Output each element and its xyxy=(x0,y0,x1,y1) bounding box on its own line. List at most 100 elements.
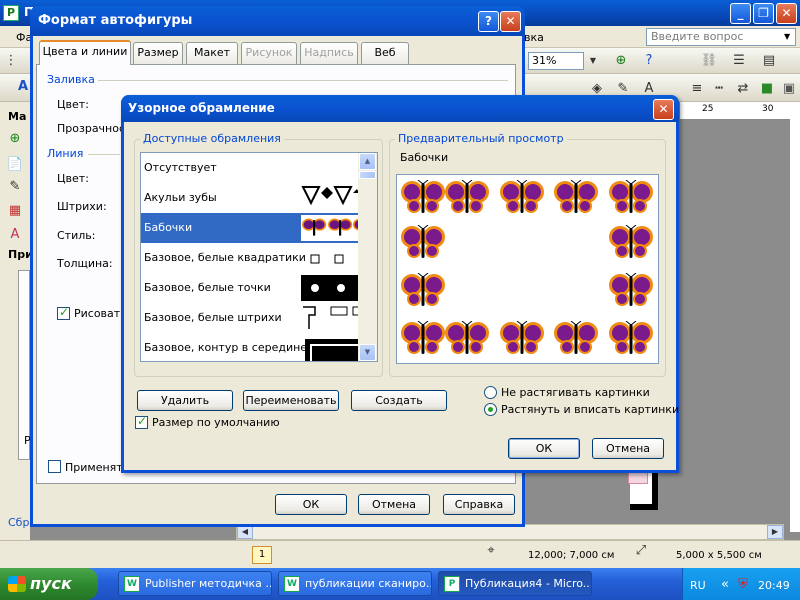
size-icon: ⤢ xyxy=(635,543,647,558)
help-dropdown-icon[interactable]: ▼ xyxy=(784,32,790,41)
border-art-close-button[interactable]: ✕ xyxy=(653,99,674,120)
windows-logo-icon xyxy=(8,576,26,592)
page-number-badge[interactable]: 1 xyxy=(252,546,272,564)
scroll-left-icon[interactable]: ◀ xyxy=(237,525,253,539)
butterfly-tile-icon xyxy=(401,273,445,306)
columns-icon[interactable]: ▤ xyxy=(760,52,778,70)
zoom-dropdown-icon[interactable]: ▼ xyxy=(584,52,602,70)
zoom-select[interactable]: 31% xyxy=(528,52,584,70)
default-size-checkbox[interactable] xyxy=(135,414,148,429)
toolbar-grip-icon: ⋮ xyxy=(4,53,18,68)
help-icon[interactable]: ? xyxy=(640,52,658,70)
butterfly-tile-icon xyxy=(609,273,653,306)
clock: 20:49 xyxy=(758,579,790,592)
rename-border-button[interactable]: Переименовать xyxy=(243,390,339,411)
language-indicator[interactable]: RU xyxy=(690,579,706,592)
scroll-right-icon[interactable]: ▶ xyxy=(767,525,783,539)
format-cancel-button[interactable]: Отмена xyxy=(358,494,430,515)
butterfly-tile-icon xyxy=(554,321,598,354)
butterfly-tile-icon xyxy=(445,321,489,354)
default-size-label: Размер по умолчанию xyxy=(152,416,280,429)
pane-item-icon[interactable]: 📄 xyxy=(6,156,24,174)
vertical-ruler[interactable] xyxy=(790,102,800,532)
line-color-label: Цвет: xyxy=(57,172,89,185)
scroll-thumb[interactable] xyxy=(359,171,376,179)
preview-border-name: Бабочки xyxy=(400,151,449,164)
link-icon[interactable]: ⛓ xyxy=(700,52,718,70)
apply-default-checkbox[interactable] xyxy=(48,460,61,473)
ruler-mark-25: 25 xyxy=(702,104,714,114)
close-app-button[interactable]: ✕ xyxy=(776,3,797,24)
borders-list-scrollbar[interactable] xyxy=(358,153,377,361)
shadow-style-icon[interactable]: ■ xyxy=(758,80,776,98)
task-publisher-manual[interactable]: Publisher методичка ... xyxy=(118,571,272,596)
3d-style-icon[interactable]: ▣ xyxy=(780,80,798,98)
word-doc-icon: W xyxy=(124,576,140,592)
pane-table-icon[interactable]: ▦ xyxy=(6,202,24,220)
scroll-down-icon[interactable]: ▼ xyxy=(359,344,376,361)
task-scan-publications[interactable]: публикации сканиро... xyxy=(278,571,432,596)
border-item-label: Отсутствует xyxy=(144,161,217,174)
help-question-input[interactable]: Введите вопрос xyxy=(646,28,796,46)
border-item-label: Бабочки xyxy=(144,221,193,234)
tab-picture: Рисунок xyxy=(241,42,297,64)
border-item-none[interactable]: Отсутствует xyxy=(141,153,361,183)
task-pane-nav-icon[interactable]: ⊕ xyxy=(6,130,24,148)
butterfly-tile-icon xyxy=(401,225,445,258)
create-border-button[interactable]: Создать xyxy=(351,390,447,411)
dashes-label: Штрихи: xyxy=(57,200,107,213)
align-icon[interactable]: ☰ xyxy=(730,52,748,70)
border-preview-canvas xyxy=(396,174,659,364)
format-help-button[interactable]: Справка xyxy=(443,494,515,515)
tab-size[interactable]: Размер xyxy=(133,42,183,64)
stretch-label: Растянуть и вписать картинки xyxy=(501,403,680,416)
butterfly-tile-icon xyxy=(609,225,653,258)
butterfly-tile-icon xyxy=(401,180,445,213)
white-dots-sample xyxy=(301,275,359,301)
format-ok-button[interactable]: ОК xyxy=(275,494,347,515)
butterfly-tile-icon xyxy=(554,180,598,213)
fill-group-divider xyxy=(98,80,508,81)
pane-text-icon[interactable]: A xyxy=(6,226,24,244)
tab-colors-lines[interactable]: Цвета и линии xyxy=(39,40,131,65)
borders-listbox[interactable]: Отсутствует Акульи зубы Бабочки Базовое,… xyxy=(140,152,378,362)
weight-label: Толщина: xyxy=(57,257,113,270)
pane-edit-icon[interactable]: ✎ xyxy=(6,178,24,196)
butterfly-tile-icon xyxy=(500,180,544,213)
dialog-help-button[interactable]: ? xyxy=(478,11,499,32)
available-borders-label: Доступные обрамления xyxy=(140,132,284,145)
minimize-button[interactable]: _ xyxy=(730,3,751,24)
zoom-plus-icon[interactable]: ⊕ xyxy=(612,52,630,70)
fill-color-label: Цвет: xyxy=(57,98,89,111)
tab-textbox: Надпись xyxy=(300,42,358,64)
tray-arrow-icon[interactable]: « xyxy=(716,576,734,594)
dialog-close-button[interactable]: ✕ xyxy=(500,11,521,32)
no-stretch-radio[interactable] xyxy=(484,386,497,399)
border-art-cancel-button[interactable]: Отмена xyxy=(592,438,664,459)
maximize-button[interactable]: ❐ xyxy=(753,3,774,24)
dash-style-icon[interactable]: ┅ xyxy=(710,80,728,98)
border-art-ok-button[interactable]: ОК xyxy=(508,438,580,459)
tab-web[interactable]: Веб xyxy=(361,42,409,64)
task-publication4[interactable]: Публикация4 - Micro... xyxy=(438,571,592,596)
border-item-label: Акульи зубы xyxy=(144,191,217,204)
butterfly-tile-icon xyxy=(609,180,653,213)
position-icon: ⌖ xyxy=(487,543,495,558)
line-style-icon[interactable]: ≡ xyxy=(688,80,706,98)
draw-border-checkbox[interactable] xyxy=(57,305,70,320)
draw-border-label: Рисоват xyxy=(74,307,121,320)
arrow-style-icon[interactable]: ⇄ xyxy=(734,80,752,98)
stretch-radio[interactable] xyxy=(484,403,497,416)
publisher-task-icon: P xyxy=(444,576,460,592)
border-art-title: Узорное обрамление xyxy=(128,101,275,115)
page-thumbnail[interactable] xyxy=(18,270,30,460)
delete-border-button[interactable]: Удалить xyxy=(137,390,233,411)
menu-fragment-insert[interactable]: вка xyxy=(524,31,544,44)
scroll-up-icon[interactable]: ▲ xyxy=(359,153,376,170)
security-shield-icon[interactable]: ⛨ xyxy=(734,576,752,594)
tab-layout[interactable]: Макет xyxy=(186,42,238,64)
line-group-label: Линия xyxy=(47,147,84,160)
horizontal-ruler[interactable] xyxy=(680,102,790,120)
word-doc-icon: W xyxy=(284,576,300,592)
butterfly-sample-icon xyxy=(302,218,367,236)
